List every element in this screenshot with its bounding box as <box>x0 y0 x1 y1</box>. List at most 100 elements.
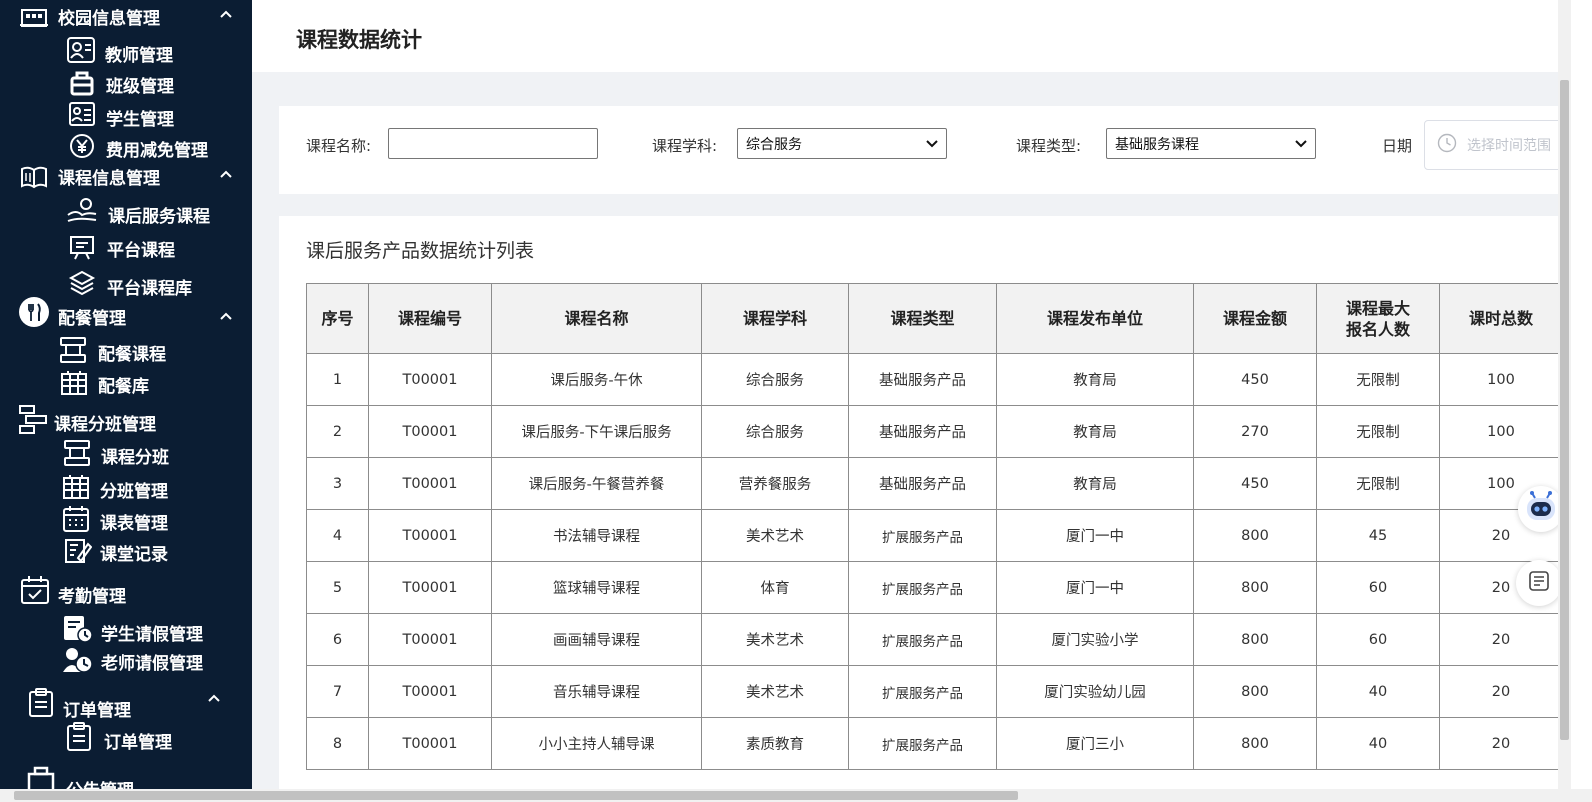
cell-max-enrollment: 45 <box>1316 509 1440 562</box>
sidebar-item-catering-library[interactable]: 配餐库 <box>60 368 149 397</box>
cell-code: T00001 <box>368 665 492 718</box>
table-row[interactable]: 4 T00001 书法辅导课程 美术艺术 扩展服务产品 厦门一中 800 45 20 <box>306 509 1558 562</box>
teacher-icon <box>66 36 96 66</box>
date-range-picker[interactable]: 选择时间范围 <box>1424 120 1558 170</box>
sidebar-item-label: 课表管理 <box>100 514 168 534</box>
course-name-input[interactable] <box>388 128 598 159</box>
sidebar-item-label: 考勤管理 <box>58 587 126 607</box>
clock-icon <box>1437 133 1457 157</box>
sidebar-item-course-split[interactable]: 课程分班 <box>62 437 169 468</box>
chevron-up-icon[interactable] <box>218 6 234 22</box>
type-select[interactable]: 基础服务课程 <box>1106 128 1316 159</box>
table-body: 1 T00001 课后服务-午休 综合服务 基础服务产品 教育局 450 无限制 100 2 T00… <box>306 353 1558 770</box>
horizontal-scrollbar[interactable] <box>0 789 1592 802</box>
sidebar-item-split-manage[interactable]: 分班管理 <box>62 471 168 502</box>
leave-icon <box>62 614 94 644</box>
cell-price: 450 <box>1193 457 1317 510</box>
page-title: 课程数据统计 <box>296 28 422 52</box>
sidebar-item-fee[interactable]: 费用减免管理 <box>68 130 208 161</box>
sidebar-item-student-leave[interactable]: 学生请假管理 <box>62 612 203 645</box>
cell-total-hours: 20 <box>1439 717 1558 770</box>
grid-calendar-icon <box>62 474 90 500</box>
cell-subject: 美术艺术 <box>701 665 849 718</box>
table-row[interactable]: 2 T00001 课后服务-下午课后服务 综合服务 基础服务产品 教育局 270 无限制 100 <box>306 405 1558 458</box>
sidebar-item-student[interactable]: 学生管理 <box>68 99 174 130</box>
col-header-total-hours: 课时总数 <box>1439 283 1558 354</box>
sidebar-item-label: 学生管理 <box>106 110 174 130</box>
table-row[interactable]: 8 T00001 小小主持人辅导课 素质教育 扩展服务产品 厦门三小 800 40 20 <box>306 717 1558 770</box>
cell-max-enrollment: 40 <box>1316 717 1440 770</box>
cell-name: 课后服务-午休 <box>491 353 702 406</box>
chevron-up-icon[interactable] <box>218 166 234 182</box>
vertical-scroll-thumb[interactable] <box>1560 80 1569 740</box>
sidebar-group-class-split[interactable]: 课程分班管理 <box>18 402 156 435</box>
tray-icon <box>62 439 92 467</box>
table-row[interactable]: 1 T00001 课后服务-午休 综合服务 基础服务产品 教育局 450 无限制 100 <box>306 353 1558 406</box>
sidebar-group-attendance[interactable]: 考勤管理 <box>20 572 126 607</box>
horizontal-scroll-thumb[interactable] <box>14 791 1018 800</box>
cell-max-enrollment: 60 <box>1316 561 1440 614</box>
grid-calendar-icon <box>60 370 88 396</box>
cell-price: 270 <box>1193 405 1317 458</box>
sidebar-item-class-record[interactable]: 课堂记录 <box>64 536 168 565</box>
cell-name: 书法辅导课程 <box>491 509 702 562</box>
cell-name: 音乐辅导课程 <box>491 665 702 718</box>
chevron-up-icon[interactable] <box>206 690 222 706</box>
cell-subject: 体育 <box>701 561 849 614</box>
cell-type: 扩展服务产品 <box>848 613 997 666</box>
cell-name: 课后服务-午餐营养餐 <box>491 457 702 510</box>
cell-publisher: 厦门实验小学 <box>996 613 1194 666</box>
cell-subject: 美术艺术 <box>701 509 849 562</box>
type-label: 课程类型: <box>1016 137 1082 155</box>
sidebar-item-teacher-leave[interactable]: 老师请假管理 <box>62 645 203 674</box>
type-select-value: 基础服务课程 <box>1115 136 1199 153</box>
cell-max-enrollment: 60 <box>1316 613 1440 666</box>
sidebar-item-teacher[interactable]: 教师管理 <box>66 36 173 66</box>
table-row[interactable]: 3 T00001 课后服务-午餐营养餐 营养餐服务 基础服务产品 教育局 450 无限制 100 <box>306 457 1558 510</box>
chevron-up-icon[interactable] <box>218 308 234 324</box>
cell-name: 课后服务-下午课后服务 <box>491 405 702 458</box>
sidebar-item-catering-course[interactable]: 配餐课程 <box>58 334 166 365</box>
class-icon <box>68 70 96 96</box>
cell-publisher: 厦门实验幼儿园 <box>996 665 1194 718</box>
student-card-icon <box>68 101 96 129</box>
col-header-max-enrollment: 课程最大 报名人数 <box>1316 283 1440 354</box>
sidebar-item-label: 校园信息管理 <box>58 9 160 29</box>
table-row[interactable]: 5 T00001 篮球辅导课程 体育 扩展服务产品 厦门一中 800 60 20 <box>306 561 1558 614</box>
sidebar-item-label: 订单管理 <box>104 733 172 753</box>
sidebar-item-label: 课程信息管理 <box>58 169 160 189</box>
table-row[interactable]: 6 T00001 画画辅导课程 美术艺术 扩展服务产品 厦门实验小学 800 60 20 <box>306 613 1558 666</box>
sidebar-item-order[interactable]: 订单管理 <box>66 720 172 753</box>
cell-index: 1 <box>306 353 369 406</box>
calendar-check-icon <box>20 575 50 605</box>
subject-select-value: 综合服务 <box>746 136 802 153</box>
cell-publisher: 教育局 <box>996 353 1194 406</box>
cell-max-enrollment: 无限制 <box>1316 457 1440 510</box>
sidebar-item-class[interactable]: 班级管理 <box>68 68 174 97</box>
cell-index: 8 <box>306 717 369 770</box>
notes-button[interactable] <box>1516 560 1562 606</box>
sidebar-item-schedule[interactable]: 课表管理 <box>62 503 168 534</box>
cell-code: T00001 <box>368 509 492 562</box>
sidebar-item-after-school[interactable]: 课后服务课程 <box>66 194 210 227</box>
sidebar-group-course[interactable]: 课程信息管理 <box>20 164 160 189</box>
cell-subject: 美术艺术 <box>701 613 849 666</box>
sidebar-item-label: 配餐管理 <box>58 309 126 329</box>
cell-subject: 素质教育 <box>701 717 849 770</box>
sidebar-group-catering[interactable]: 配餐管理 <box>18 294 126 329</box>
clipboard-icon <box>66 721 92 752</box>
schedule-icon <box>62 505 90 533</box>
cell-name: 小小主持人辅导课 <box>491 717 702 770</box>
board-icon <box>68 234 96 260</box>
chevron-down-icon <box>926 139 938 148</box>
table-row[interactable]: 7 T00001 音乐辅导课程 美术艺术 扩展服务产品 厦门实验幼儿园 800 40 20 <box>306 665 1558 718</box>
col-header-price: 课程金额 <box>1193 283 1317 354</box>
sidebar-group-campus[interactable]: 校园信息管理 <box>20 4 160 29</box>
sidebar-item-platform-course[interactable]: 平台课程 <box>68 232 175 261</box>
vertical-scrollbar[interactable] <box>1558 0 1571 790</box>
sidebar-item-label: 费用减免管理 <box>106 141 208 161</box>
cell-index: 7 <box>306 665 369 718</box>
subject-select[interactable]: 综合服务 <box>737 128 947 159</box>
cell-subject: 综合服务 <box>701 353 849 406</box>
sidebar-group-order[interactable]: 订单管理 <box>28 684 131 721</box>
